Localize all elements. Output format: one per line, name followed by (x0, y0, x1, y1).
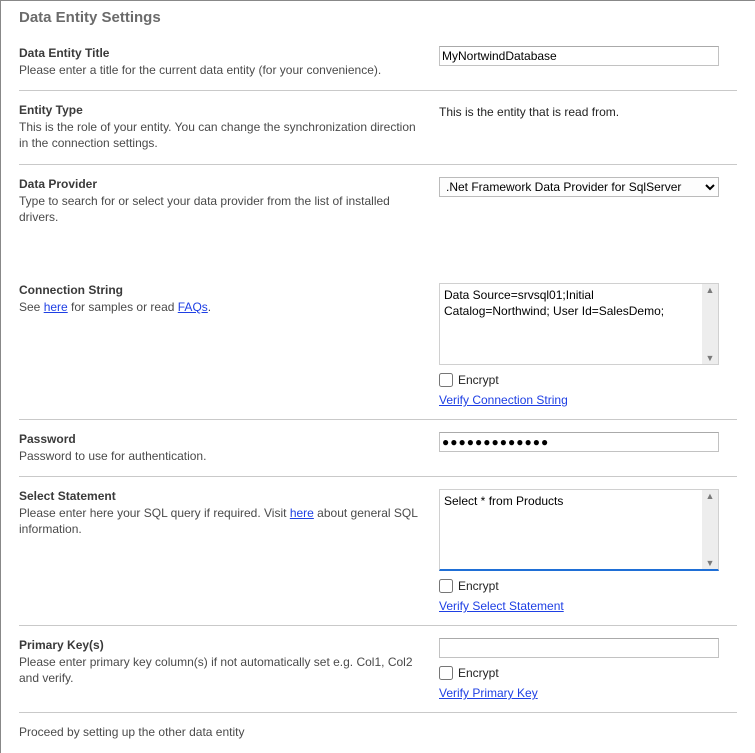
select-here-link[interactable]: here (290, 506, 314, 520)
page-title: Data Entity Settings (19, 9, 737, 26)
connection-string-label: Connection String (19, 283, 427, 297)
row-primary-key: Primary Key(s) Please enter primary key … (19, 638, 737, 713)
pk-encrypt-checkbox[interactable] (439, 666, 453, 680)
select-statement-textarea-wrap: ▲ ▼ (439, 489, 719, 571)
scroll-up-icon: ▲ (702, 490, 718, 502)
entity-title-desc: Please enter a title for the current dat… (19, 62, 427, 78)
password-input[interactable] (439, 432, 719, 452)
row-entity-type: Entity Type This is the role of your ent… (19, 103, 737, 164)
connection-string-desc: See here for samples or read FAQs. (19, 299, 427, 315)
scroll-down-icon: ▼ (702, 352, 718, 364)
row-password: Password Password to use for authenticat… (19, 432, 737, 477)
data-provider-desc: Type to search for or select your data p… (19, 193, 427, 225)
row-select-statement: Select Statement Please enter here your … (19, 489, 737, 626)
conn-encrypt-line[interactable]: Encrypt (439, 373, 719, 387)
verify-pk-link[interactable]: Verify Primary Key (439, 686, 719, 700)
data-provider-label: Data Provider (19, 177, 427, 191)
scrollbar[interactable]: ▲ ▼ (702, 284, 718, 364)
scrollbar[interactable]: ▲ ▼ (702, 490, 718, 569)
select-statement-label: Select Statement (19, 489, 427, 503)
entity-type-static: This is the entity that is read from. (439, 103, 719, 119)
primary-key-label: Primary Key(s) (19, 638, 427, 652)
select-encrypt-label: Encrypt (458, 579, 499, 593)
pk-encrypt-label: Encrypt (458, 666, 499, 680)
row-entity-title: Data Entity Title Please enter a title f… (19, 46, 737, 91)
primary-key-input[interactable] (439, 638, 719, 658)
connection-string-textarea[interactable] (440, 284, 702, 364)
scroll-down-icon: ▼ (702, 557, 718, 569)
password-desc: Password to use for authentication. (19, 448, 427, 464)
connection-string-textarea-wrap: ▲ ▼ (439, 283, 719, 365)
entity-type-desc: This is the role of your entity. You can… (19, 119, 427, 151)
select-encrypt-line[interactable]: Encrypt (439, 579, 719, 593)
verify-connection-link[interactable]: Verify Connection String (439, 393, 719, 407)
select-statement-desc: Please enter here your SQL query if requ… (19, 505, 427, 537)
entity-type-label: Entity Type (19, 103, 427, 117)
conn-here-link[interactable]: here (44, 300, 68, 314)
footer-text: Proceed by setting up the other data ent… (19, 725, 737, 739)
scroll-up-icon: ▲ (702, 284, 718, 296)
select-statement-textarea[interactable] (440, 490, 702, 569)
password-label: Password (19, 432, 427, 446)
verify-select-link[interactable]: Verify Select Statement (439, 599, 719, 613)
pk-encrypt-line[interactable]: Encrypt (439, 666, 719, 680)
row-data-provider: Data Provider Type to search for or sele… (19, 177, 737, 237)
entity-title-label: Data Entity Title (19, 46, 427, 60)
conn-faq-link[interactable]: FAQs (178, 300, 208, 314)
row-connection-string: Connection String See here for samples o… (19, 283, 737, 420)
entity-title-input[interactable] (439, 46, 719, 66)
select-encrypt-checkbox[interactable] (439, 579, 453, 593)
data-provider-select[interactable]: .Net Framework Data Provider for SqlServ… (439, 177, 719, 197)
primary-key-desc: Please enter primary key column(s) if no… (19, 654, 427, 686)
conn-encrypt-label: Encrypt (458, 373, 499, 387)
conn-encrypt-checkbox[interactable] (439, 373, 453, 387)
